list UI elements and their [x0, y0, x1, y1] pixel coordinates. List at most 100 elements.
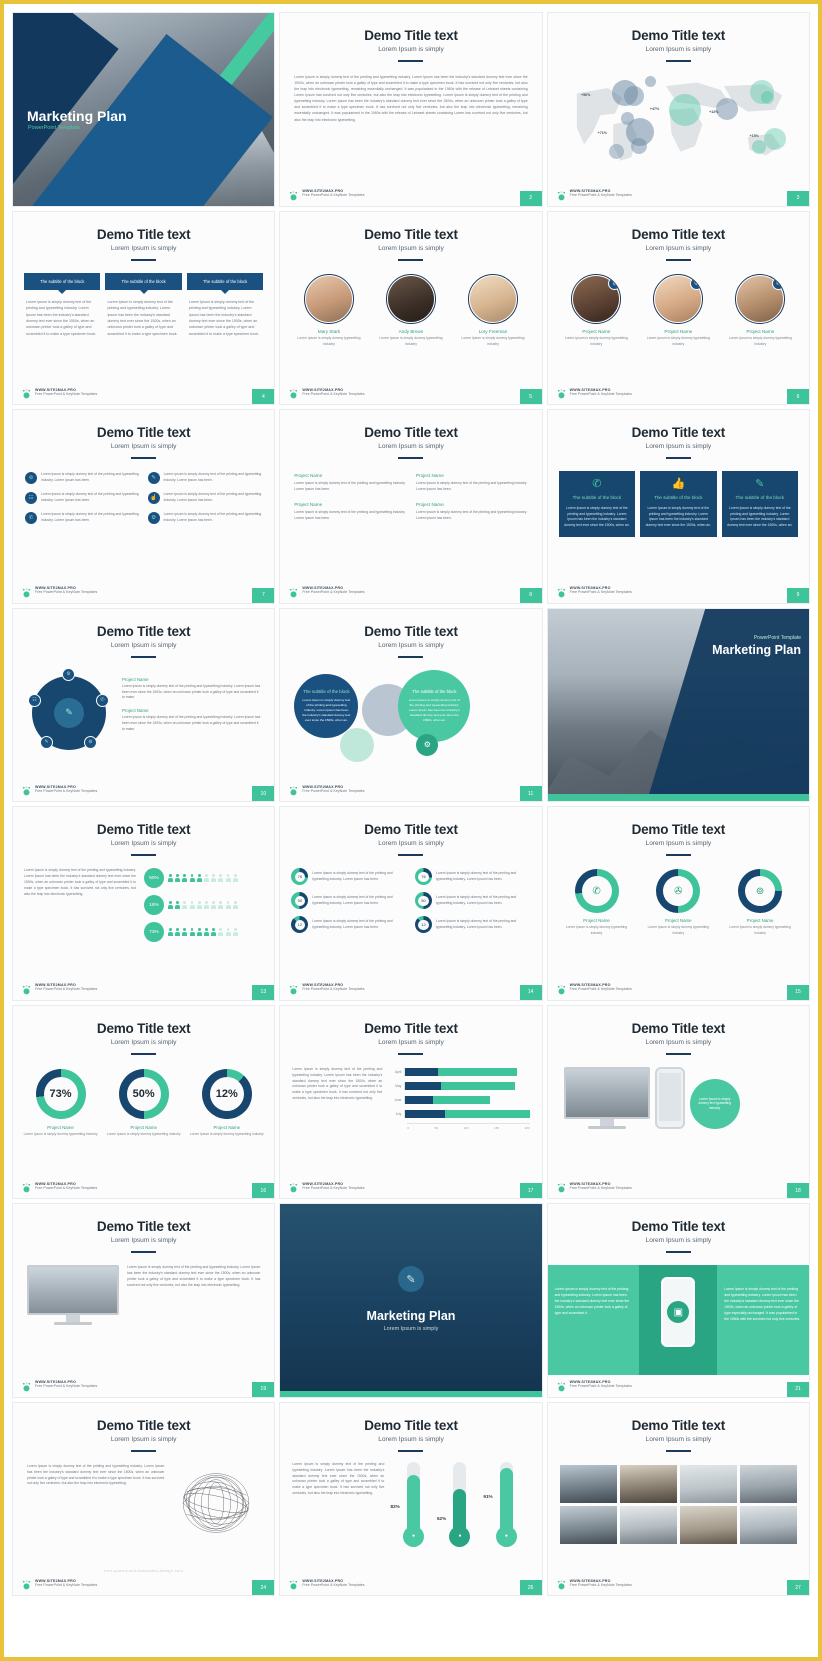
- donut-name: Project Name: [130, 1124, 157, 1130]
- list-item[interactable]: Project Name Lorem Ipsum is simply dummy …: [416, 502, 528, 522]
- percent-donut[interactable]: 50% Project Name Lorem Ipsum is simply d…: [106, 1068, 182, 1137]
- feature-card[interactable]: ✎ The subtitle of the block Lorem Ipsum …: [721, 471, 799, 538]
- slide-thumbnail-8[interactable]: Demo Title text Lorem Ipsum is simply Pr…: [279, 409, 543, 604]
- node-chart-icon[interactable]: ☷: [28, 693, 41, 707]
- bubble-secondary[interactable]: The subtitle of the block Lorem Ipsum is…: [398, 669, 471, 742]
- slide-thumbnail-11[interactable]: Demo Title text Lorem Ipsum is simply Th…: [279, 607, 543, 802]
- pictogram-row[interactable]: 73%: [144, 922, 263, 943]
- node-pencil-icon[interactable]: ✎: [40, 735, 53, 749]
- photo-tile[interactable]: [679, 1464, 737, 1503]
- donut-item[interactable]: 76 Lorem Ipsum is simply dummy text of th…: [414, 868, 531, 886]
- node-gear-icon[interactable]: ⚙: [62, 667, 75, 681]
- pictogram-row[interactable]: 18%: [144, 895, 263, 916]
- slide-thumbnail-20[interactable]: ✎ Marketing Plan Lorem Ipsum is simply: [279, 1203, 543, 1398]
- slide-thumbnail-16[interactable]: Demo Title text Lorem Ipsum is simply 73…: [12, 1004, 276, 1199]
- team-member[interactable]: ✉ Project Name Lorem Ipsum is simply dum…: [726, 273, 794, 347]
- info-block[interactable]: The subtitle of the block Lorem Ipsum is…: [24, 272, 101, 337]
- site2max-logo-icon: [556, 1379, 567, 1391]
- page-subtitle: Lorem Ipsum is simply: [110, 1237, 177, 1244]
- photo-tile[interactable]: [619, 1464, 677, 1503]
- photo-grid: [548, 1464, 809, 1544]
- team-member[interactable]: Andy Brown Lorem Ipsum is simply dummy t…: [377, 273, 445, 347]
- list-item[interactable]: Project Name Lorem Ipsum is simply dummy …: [294, 473, 406, 493]
- slide-thumbnail-12[interactable]: PowerPoint Template Marketing Plan: [546, 607, 810, 802]
- donut-ring: ⊚: [738, 869, 783, 914]
- donut-item[interactable]: 76 Lorem Ipsum is simply dummy text of th…: [291, 868, 407, 886]
- two-column-list: Project Name Lorem Ipsum is simply dummy …: [280, 473, 541, 521]
- slide-thumbnail-26[interactable]: Demo Title text Lorem Ipsum is simply Lo…: [279, 1401, 543, 1596]
- donut-value: 50%: [126, 1076, 161, 1111]
- slide-thumbnail-14[interactable]: Demo Title text Lorem Ipsum is simply 76…: [279, 806, 543, 1001]
- slide-number-badge: 11: [519, 786, 542, 801]
- pictogram-row[interactable]: 50%: [144, 868, 263, 889]
- feature-card[interactable]: ✆ The subtitle of the block Lorem Ipsum …: [558, 471, 636, 538]
- team-member[interactable]: ✆ Project Name Lorem Ipsum is simply dum…: [644, 273, 712, 347]
- photo-tile[interactable]: [619, 1505, 677, 1544]
- icon-donut[interactable]: ✆ Project Name Lorem Ipsum is simply dum…: [561, 869, 633, 936]
- list-item[interactable]: ✆ Lorem Ipsum is simply dummy text of the…: [25, 512, 140, 525]
- slide-thumbnail-10[interactable]: Demo Title text Lorem Ipsum is simply ✎ …: [12, 607, 276, 802]
- slide-number-badge: 2: [519, 190, 542, 206]
- photo-tile[interactable]: [679, 1505, 737, 1544]
- list-item[interactable]: ⚙ Lorem Ipsum is simply dummy text of the…: [147, 512, 263, 525]
- info-block[interactable]: The subtitle of the block Lorem Ipsum is…: [105, 272, 182, 337]
- slide-number-badge: 3: [787, 190, 809, 206]
- node-lock-icon[interactable]: ⊚: [84, 735, 97, 749]
- gauge[interactable]: 62% ●: [437, 1461, 480, 1547]
- list-item[interactable]: ⊚ Lorem Ipsum is simply dummy text of the…: [25, 472, 140, 485]
- slide-thumbnail-15[interactable]: Demo Title text Lorem Ipsum is simply ✆ …: [546, 806, 810, 1001]
- slide-thumbnail-6[interactable]: Demo Title text Lorem Ipsum is simply ⊚ …: [546, 210, 810, 405]
- team-member[interactable]: Lory Freeman Lorem Ipsum is simply dummy…: [459, 273, 527, 347]
- footer-tagline: Free PowerPoint & KeyNote Templates: [35, 788, 98, 793]
- node-phone-icon[interactable]: ✆: [96, 693, 109, 707]
- donut-desc: Lorem Ipsum is simply dummy typesetting …: [647, 925, 710, 935]
- slide-thumbnail-27[interactable]: Demo Title text Lorem Ipsum is simply WW…: [546, 1401, 810, 1596]
- page-subtitle: Lorem Ipsum is simply: [645, 1435, 712, 1443]
- slide-thumbnail-5[interactable]: Demo Title text Lorem Ipsum is simply Ma…: [279, 210, 543, 405]
- list-item[interactable]: Project Name Lorem Ipsum is simply dummy …: [416, 473, 528, 493]
- slide-thumbnail-24[interactable]: Demo Title text Lorem Ipsum is simply Lo…: [12, 1401, 276, 1596]
- info-block[interactable]: The subtitle of the block Lorem Ipsum is…: [186, 272, 264, 337]
- feature-card[interactable]: 👍 The subtitle of the block Lorem Ipsum …: [640, 471, 717, 538]
- slide-thumbnail-18[interactable]: Demo Title text Lorem Ipsum is simply Lo…: [546, 1004, 810, 1199]
- bubble-primary[interactable]: The subtitle of the block Lorem Ipsum is…: [294, 673, 359, 738]
- list-item[interactable]: ☷ Lorem Ipsum is simply dummy text of the…: [25, 492, 140, 505]
- list-item[interactable]: ✎ Lorem Ipsum is simply dummy text of the…: [147, 472, 263, 485]
- team-member[interactable]: ⊚ Project Name Lorem Ipsum is simply dum…: [562, 273, 630, 347]
- donut-item[interactable]: 50 Lorem Ipsum is simply dummy text of th…: [291, 892, 407, 910]
- avatar: ✆: [653, 273, 704, 324]
- slide-thumbnail-4[interactable]: Demo Title text Lorem Ipsum is simply Th…: [12, 210, 276, 405]
- donut-item[interactable]: 12 Lorem Ipsum is simply dummy text of th…: [414, 916, 531, 934]
- slide-thumbnail-9[interactable]: Demo Title text Lorem Ipsum is simply ✆ …: [546, 409, 810, 604]
- gauge[interactable]: 82% ●: [391, 1461, 434, 1547]
- donut-item[interactable]: 12 Lorem Ipsum is simply dummy text of th…: [291, 916, 407, 934]
- icon-donut[interactable]: ⊚ Project Name Lorem Ipsum is simply dum…: [724, 869, 796, 936]
- slide-thumbnail-1[interactable]: Marketing Plan PowerPoint Template: [12, 12, 276, 207]
- photo-tile[interactable]: [559, 1464, 617, 1503]
- slide-thumbnail-13[interactable]: Demo Title text Lorem Ipsum is simply Lo…: [12, 806, 276, 1001]
- gauge[interactable]: 91% ●: [483, 1461, 526, 1547]
- list-item[interactable]: ☝ Lorem Ipsum is simply dummy text of the…: [147, 492, 263, 505]
- device-mockup-group: Lorem Ipsum is simply dummy text typeset…: [548, 1066, 809, 1129]
- slide-thumbnail-2[interactable]: Demo Title text Lorem Ipsum is simply Lo…: [279, 12, 543, 207]
- photo-tile[interactable]: [739, 1505, 797, 1544]
- slide-thumbnail-19[interactable]: Demo Title text Lorem Ipsum is simply Lo…: [12, 1203, 276, 1398]
- item-heading: Project Name: [122, 708, 149, 714]
- slide-thumbnail-3[interactable]: Demo Title text Lorem Ipsum is simply +5…: [546, 12, 810, 207]
- slide-thumbnail-7[interactable]: Demo Title text Lorem Ipsum is simply ⊚ L…: [12, 409, 276, 604]
- slide-thumbnail-17[interactable]: Demo Title text Lorem Ipsum is simply Lo…: [279, 1004, 543, 1199]
- circle-diagram[interactable]: ✎ ⚙ ✆ ⊚ ✎ ☷: [26, 667, 112, 756]
- percent-donut[interactable]: 73% Project Name Lorem Ipsum is simply d…: [23, 1068, 99, 1137]
- percent-donut[interactable]: 12% Project Name Lorem Ipsum is simply d…: [189, 1068, 265, 1137]
- member-desc: Lorem Ipsum is simply dummy typesetting …: [461, 335, 525, 346]
- icon-donut[interactable]: ✇ Project Name Lorem Ipsum is simply dum…: [642, 869, 714, 936]
- card-text: Lorem Ipsum is simply dummy text of the …: [564, 505, 630, 528]
- photo-tile[interactable]: [739, 1464, 797, 1503]
- team-member[interactable]: Mary Stark Lorem Ipsum is simply dummy t…: [295, 273, 363, 347]
- list-item[interactable]: Project Name Lorem Ipsum is simply dummy …: [294, 502, 406, 522]
- phone-icon: ✆: [25, 512, 37, 525]
- donut-item[interactable]: 50 Lorem Ipsum is simply dummy text of th…: [414, 892, 531, 910]
- site2max-logo-icon: [21, 386, 32, 399]
- slide-thumbnail-21[interactable]: Demo Title text Lorem Ipsum is simply Lo…: [546, 1203, 810, 1398]
- photo-tile[interactable]: [559, 1505, 617, 1544]
